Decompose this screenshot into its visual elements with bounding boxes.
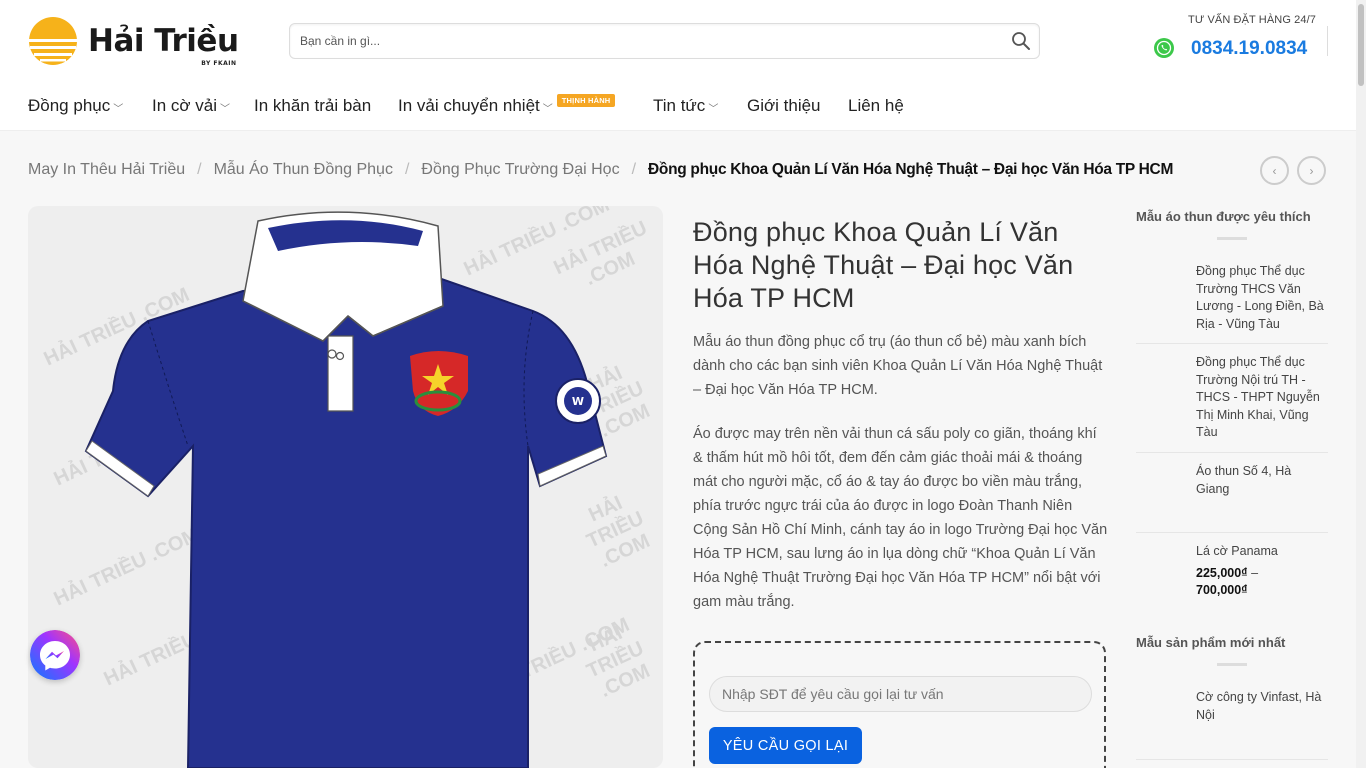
sidebar-item-name[interactable]: Đồng phục Thể dục Trường THCS Văn Lương …	[1196, 263, 1328, 333]
sidebar-popular-item[interactable]: Đồng phục Thể dục Trường THCS Văn Lương …	[1136, 263, 1328, 344]
breadcrumb-separator: /	[404, 161, 410, 178]
sidebar-title-divider	[1217, 237, 1247, 240]
nav-item-in-khan-trai-ban[interactable]: In khăn trải bàn	[254, 96, 371, 116]
sidebar-title-divider	[1217, 663, 1247, 666]
polo-shirt-illustration: W	[84, 211, 608, 768]
phone-callback-input[interactable]	[709, 676, 1092, 712]
product-description-paragraph: Mẫu áo thun đồng phục cổ trụ (áo thun cổ…	[693, 334, 1103, 398]
chevron-left-icon: ‹	[1272, 163, 1277, 178]
sun-wave-logo-icon	[28, 17, 78, 65]
sidebar-popular-item[interactable]: Áo thun Số 4, Hà Giang	[1136, 463, 1328, 533]
sidebar-new-item[interactable]: Cờ công ty Vinfast, Hà Nội	[1136, 689, 1328, 760]
chevron-down-icon: ﹀	[542, 103, 553, 115]
header-divider	[1327, 26, 1328, 56]
whatsapp-phone-icon	[1154, 38, 1174, 58]
hotline-label: TƯ VẤN ĐẶT HÀNG 24/7	[1188, 14, 1316, 26]
sidebar-new-title: Mẫu sản phẩm mới nhất	[1136, 635, 1286, 650]
breadcrumb-link-home[interactable]: May In Thêu Hải Triều	[28, 161, 185, 179]
breadcrumb: May In Thêu Hải Triều / Mẫu Áo Thun Đồng…	[28, 161, 1173, 179]
site-header: Hải Triều BY FKAIN TƯ VẤN ĐẶT HÀNG 24/7 …	[0, 0, 1356, 80]
price-to: 700,000₫	[1196, 583, 1248, 597]
trending-badge: THỊNH HÀNH	[556, 93, 616, 107]
sidebar-item-title[interactable]: Lá cờ Panama	[1196, 543, 1328, 561]
sidebar-popular-item[interactable]: Đồng phục Thể dục Trường Nội trú TH - TH…	[1136, 354, 1328, 453]
breadcrumb-current: Đồng phục Khoa Quản Lí Văn Hóa Nghệ Thuậ…	[648, 161, 1174, 178]
sidebar-item-name: Lá cờ Panama 225,000₫ – 700,000₫	[1196, 543, 1328, 600]
messenger-icon[interactable]	[30, 630, 80, 680]
site-logo[interactable]: Hải Triều BY FKAIN	[28, 16, 250, 66]
product-thumbnail[interactable]	[1136, 471, 1186, 521]
chevron-down-icon: ﹀	[113, 103, 124, 115]
next-product-button[interactable]: ›	[1297, 156, 1326, 185]
price-range-separator: –	[1251, 565, 1259, 580]
product-thumbnail[interactable]	[1136, 362, 1186, 412]
hotline-number[interactable]: 0834.19.0834	[1191, 38, 1307, 60]
prev-product-button[interactable]: ‹	[1260, 156, 1289, 185]
brand-sub: BY FKAIN	[201, 59, 237, 67]
product-title: Đồng phục Khoa Quản Lí Văn Hóa Nghệ Thuậ…	[693, 217, 1074, 313]
nav-item-dong-phuc[interactable]: Đồng phục ﹀	[28, 96, 123, 116]
svg-text:W: W	[572, 395, 584, 408]
nav-item-in-vai-chuyen-nhiet[interactable]: In vải chuyển nhiệt ﹀ THỊNH HÀNH	[398, 93, 616, 116]
breadcrumb-separator: /	[197, 161, 202, 178]
sidebar-item-name[interactable]: Đồng phục Thể dục Trường Nội trú TH - TH…	[1196, 354, 1328, 442]
nav-item-lien-he[interactable]: Liên hệ	[848, 96, 904, 116]
search-box	[289, 23, 1040, 59]
product-thumbnail[interactable]	[1136, 697, 1186, 747]
breadcrumb-link-category[interactable]: Mẫu Áo Thun Đồng Phục	[214, 161, 393, 179]
product-image[interactable]: HẢI TRIỀU .COM HẢI TRIỀU .COM HẢI TRIỀU …	[28, 206, 663, 768]
request-callback-button[interactable]: YÊU CẦU GỌI LẠI	[709, 727, 862, 764]
callback-form: YÊU CẦU GỌI LẠI	[693, 641, 1106, 768]
breadcrumb-separator: /	[631, 161, 637, 178]
sidebar-item-name[interactable]: Áo thun Số 4, Hà Giang	[1196, 463, 1328, 498]
brand-name: Hải Triều BY FKAIN	[88, 22, 239, 67]
nav-item-tin-tuc[interactable]: Tin tức ﹀	[653, 96, 718, 116]
sidebar-popular-title: Mẫu áo thun được yêu thích	[1136, 209, 1311, 224]
sidebar-popular-item[interactable]: Lá cờ Panama 225,000₫ – 700,000₫	[1136, 543, 1328, 605]
nav-item-in-co-vai[interactable]: In cờ vải ﹀	[152, 96, 230, 116]
chevron-right-icon: ›	[1309, 163, 1314, 178]
page-scrollbar[interactable]	[1356, 0, 1366, 768]
scrollbar-thumb[interactable]	[1358, 4, 1364, 86]
price-from: 225,000₫	[1196, 565, 1248, 580]
sidebar-item-name[interactable]: Cờ công ty Vinfast, Hà Nội	[1196, 689, 1328, 724]
product-thumbnail[interactable]	[1136, 551, 1186, 601]
breadcrumb-link-subcategory[interactable]: Đồng Phục Trường Đại Học	[421, 161, 619, 179]
chevron-down-icon: ﹀	[220, 103, 231, 115]
product-description: Mẫu áo thun đồng phục cổ trụ (áo thun cổ…	[693, 330, 1108, 634]
chevron-down-icon: ﹀	[708, 103, 719, 115]
main-nav: Đồng phục ﹀ In cờ vải ﹀ In khăn trải bàn I…	[0, 80, 1356, 131]
search-input[interactable]	[300, 24, 990, 58]
nav-item-gioi-thieu[interactable]: Giới thiệu	[747, 96, 821, 116]
product-description-paragraph: Áo được may trên nền vải thun cá sấu pol…	[693, 426, 1108, 610]
search-icon[interactable]	[1011, 31, 1031, 51]
product-thumbnail[interactable]	[1136, 271, 1186, 321]
